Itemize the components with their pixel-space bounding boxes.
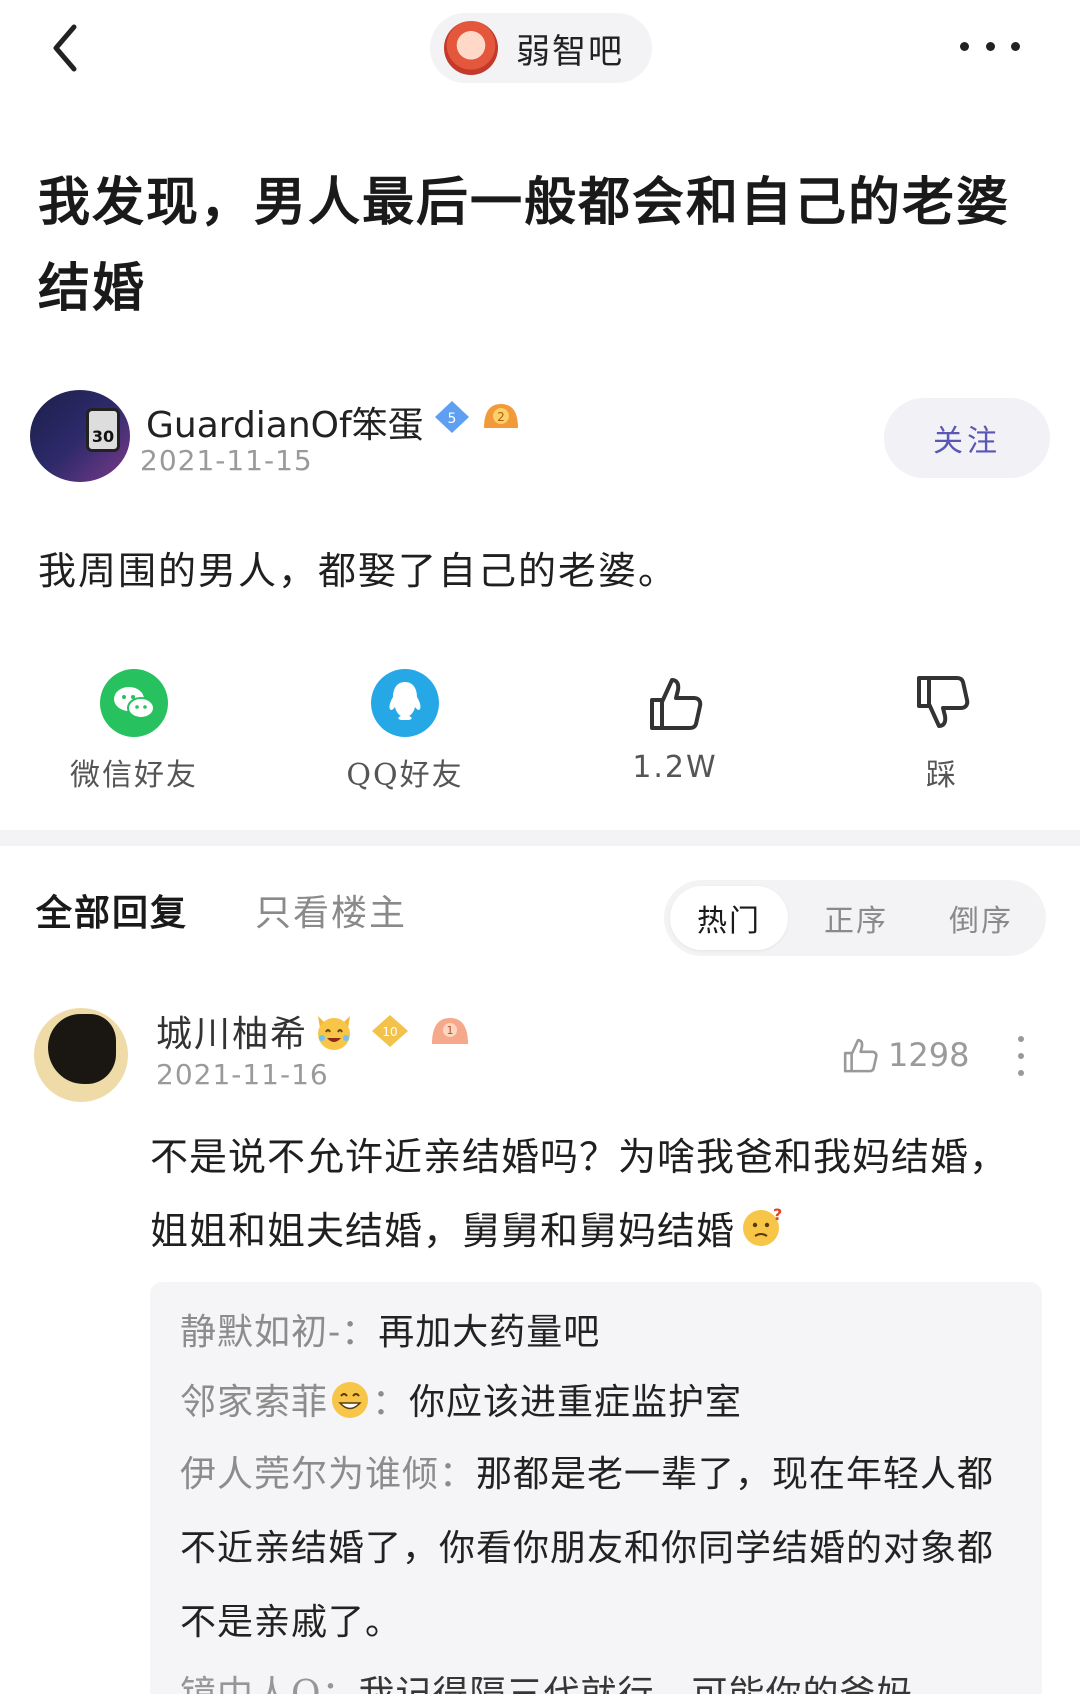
sub-reply-name[interactable]: 伊人莞尔为谁倾 bbox=[180, 1454, 439, 1495]
sort-toggle: 热门 正序 倒序 bbox=[664, 880, 1046, 956]
wechat-icon bbox=[99, 668, 169, 738]
sub-reply-text: 我记得隔三代就行，可能你的爸妈 bbox=[359, 1674, 914, 1694]
chevron-left-icon bbox=[53, 24, 77, 72]
dislike-button[interactable]: 踩 bbox=[852, 668, 1032, 794]
comment-like-count: 1298 bbox=[888, 1036, 970, 1074]
author-row: 30 GuardianOf笨蛋 5 2 2021-11-15 关注 bbox=[30, 388, 1050, 488]
level-badge-icon: 5 bbox=[435, 401, 469, 433]
share-qq-button[interactable]: QQ好友 bbox=[315, 668, 495, 794]
comment-more-button[interactable] bbox=[1015, 1036, 1027, 1076]
forum-avatar bbox=[444, 21, 498, 75]
share-actions: 微信好友 QQ好友 1.2W 踩 bbox=[0, 668, 1080, 798]
cat-laugh-emoji-icon bbox=[318, 1016, 350, 1050]
commenter-name[interactable]: 城川柚希 bbox=[156, 1005, 308, 1057]
post-date: 2021-11-15 bbox=[140, 444, 313, 477]
sub-reply[interactable]: 静默如初-：再加大药量吧 bbox=[180, 1298, 1012, 1368]
sub-reply-name[interactable]: 静默如初- bbox=[180, 1312, 341, 1353]
sub-reply[interactable]: 镜中人Q：我记得隔三代就行，可能你的爸妈 bbox=[180, 1660, 1012, 1694]
comment-text: 不是说不允许近亲结婚吗？为啥我爸和我妈结婚，姐姐和姐夫结婚，舅舅和舅妈结婚? bbox=[150, 1135, 1009, 1253]
dislike-label: 踩 bbox=[926, 758, 958, 793]
author-name[interactable]: GuardianOf笨蛋 bbox=[146, 396, 424, 448]
sub-reply-text: 再加大药量吧 bbox=[378, 1312, 601, 1353]
post-body: 我周围的男人，都娶了自己的老婆。 bbox=[38, 549, 679, 593]
reply-tabs: 全部回复 只看楼主 热门 正序 倒序 bbox=[0, 870, 1080, 970]
sort-descending-button[interactable]: 倒序 bbox=[922, 886, 1040, 950]
share-qq-label: QQ好友 bbox=[346, 758, 464, 793]
back-button[interactable] bbox=[40, 18, 90, 78]
comment-like-button[interactable]: 1298 bbox=[840, 1030, 969, 1080]
follow-button[interactable]: 关注 bbox=[884, 398, 1050, 478]
like-count: 1.2W bbox=[632, 750, 718, 785]
commenter-avatar[interactable] bbox=[34, 1008, 128, 1102]
svg-text:10: 10 bbox=[382, 1025, 397, 1039]
more-dots-icon bbox=[1018, 1036, 1024, 1042]
thinking-emoji-icon: ? bbox=[743, 1206, 783, 1246]
sub-reply-text: 你应该进重症监护室 bbox=[409, 1382, 743, 1423]
svg-text:2: 2 bbox=[497, 410, 505, 424]
sub-reply-name[interactable]: 镜中人Q bbox=[180, 1674, 322, 1694]
tab-all-replies[interactable]: 全部回复 bbox=[36, 884, 188, 936]
post-title: 我发现，男人最后一般都会和自己的老婆结婚 bbox=[38, 172, 1011, 319]
qq-icon bbox=[370, 668, 440, 738]
author-avatar-badge: 30 bbox=[86, 408, 120, 452]
svg-text:1: 1 bbox=[447, 1024, 454, 1037]
thumbs-down-icon bbox=[907, 668, 977, 738]
sub-reply[interactable]: 伊人莞尔为谁倾：那都是老一辈了，现在年轻人都不近亲结婚了，你看你朋友和你同学结婚… bbox=[180, 1438, 1012, 1660]
badge-icon: 2 bbox=[484, 404, 518, 428]
like-button[interactable]: 1.2W bbox=[585, 668, 765, 785]
sub-replies: 静默如初-：再加大药量吧 邻家索菲 ：你应该进重症监护室 伊人莞尔为谁倾：那都是老… bbox=[150, 1282, 1042, 1694]
sub-reply-name[interactable]: 邻家索菲 bbox=[180, 1382, 328, 1423]
sort-ascending-button[interactable]: 正序 bbox=[797, 886, 915, 950]
section-divider bbox=[0, 830, 1080, 846]
top-bar: 弱智吧 bbox=[0, 0, 1080, 100]
svg-text:5: 5 bbox=[448, 411, 457, 427]
grin-emoji-icon bbox=[332, 1382, 369, 1418]
sort-hot-button[interactable]: 热门 bbox=[670, 886, 788, 950]
share-wechat-button[interactable]: 微信好友 bbox=[44, 668, 224, 794]
forum-pill[interactable]: 弱智吧 bbox=[430, 13, 652, 83]
thumbs-up-icon bbox=[843, 1038, 878, 1073]
comment-date: 2021-11-16 bbox=[156, 1058, 329, 1091]
share-wechat-label: 微信好友 bbox=[70, 758, 198, 793]
more-dots-icon bbox=[960, 41, 969, 51]
forum-name: 弱智吧 bbox=[516, 31, 624, 72]
sub-reply[interactable]: 邻家索菲 ：你应该进重症监护室 bbox=[180, 1368, 1012, 1438]
badge-icon: 1 bbox=[432, 1018, 468, 1044]
author-avatar[interactable]: 30 bbox=[30, 390, 130, 482]
level-badge-icon: 10 bbox=[372, 1015, 408, 1047]
more-options-button[interactable] bbox=[960, 26, 1020, 66]
thumbs-up-icon bbox=[640, 668, 710, 738]
tab-only-op[interactable]: 只看楼主 bbox=[255, 884, 407, 936]
svg-text:?: ? bbox=[773, 1206, 783, 1224]
